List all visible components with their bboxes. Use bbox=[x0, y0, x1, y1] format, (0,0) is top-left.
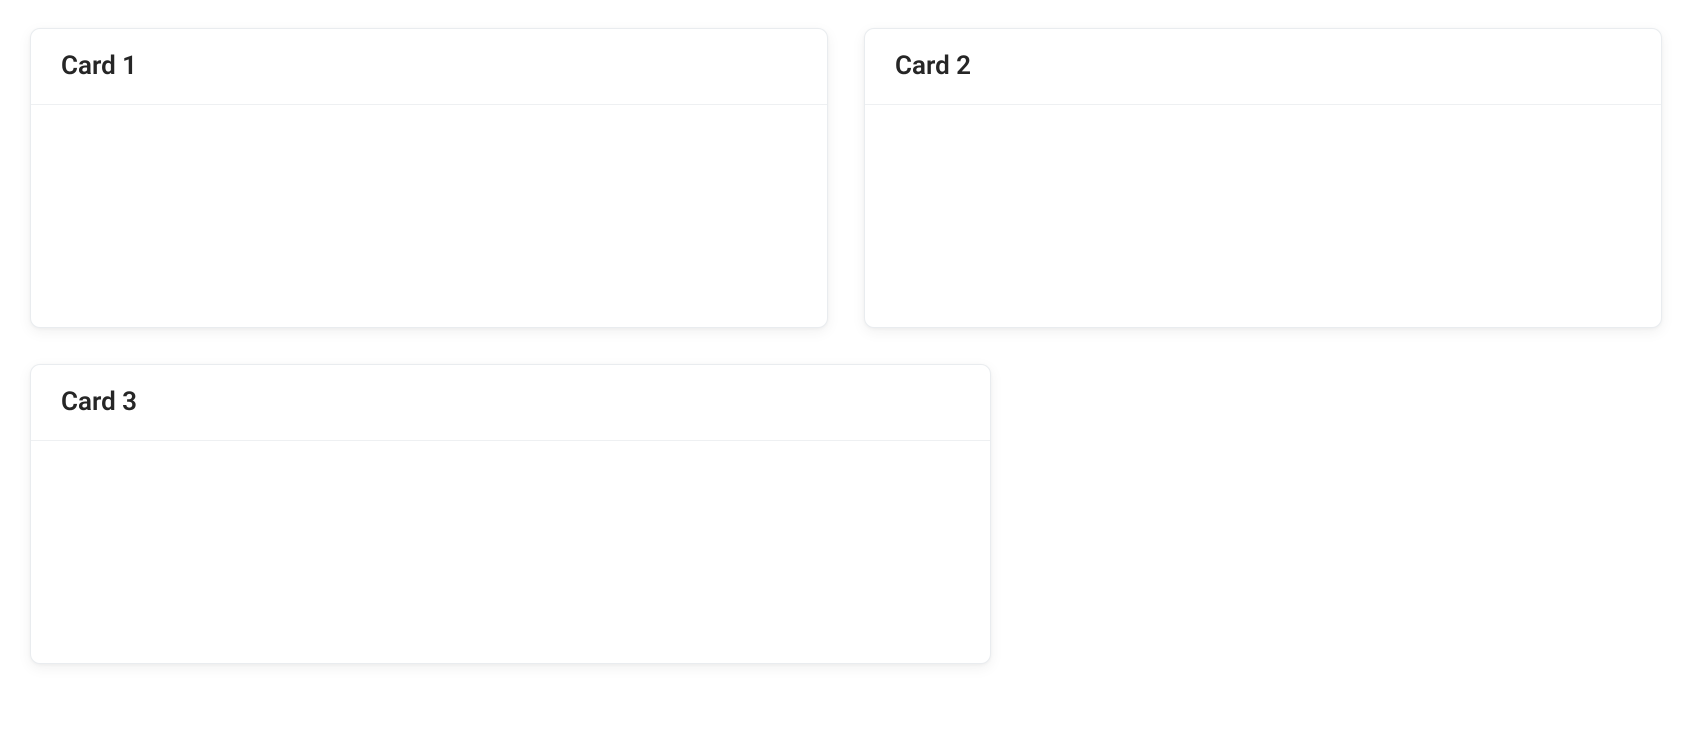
card-2: Card 2 bbox=[864, 28, 1662, 328]
card-3: Card 3 bbox=[30, 364, 991, 664]
card-body bbox=[31, 441, 990, 663]
card-body bbox=[865, 105, 1661, 327]
card-body bbox=[31, 105, 827, 327]
card-title: Card 3 bbox=[61, 387, 960, 418]
card-header: Card 1 bbox=[31, 29, 827, 105]
card-title: Card 1 bbox=[61, 51, 797, 82]
card-header: Card 3 bbox=[31, 365, 990, 441]
card-1: Card 1 bbox=[30, 28, 828, 328]
card-grid: Card 1 Card 2 Card 3 bbox=[30, 28, 1662, 664]
card-header: Card 2 bbox=[865, 29, 1661, 105]
card-title: Card 2 bbox=[895, 51, 1631, 82]
